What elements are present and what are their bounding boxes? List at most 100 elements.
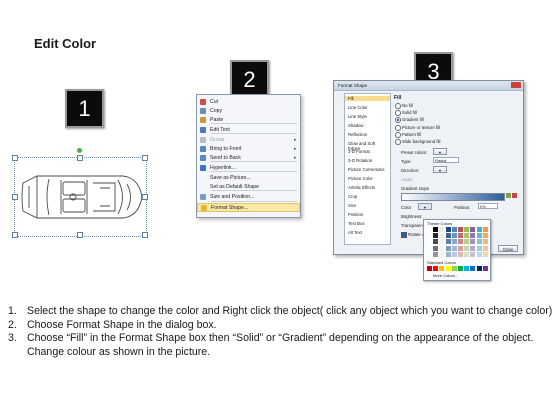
menu-item-format-shape[interactable]: Format Shape... xyxy=(197,203,300,212)
color-swatch[interactable] xyxy=(476,251,482,257)
color-swatch[interactable] xyxy=(439,251,445,257)
color-swatch[interactable] xyxy=(476,233,482,239)
color-swatch[interactable] xyxy=(458,239,463,245)
rotate-handle[interactable] xyxy=(77,148,82,153)
color-swatch[interactable] xyxy=(433,251,439,257)
nav-item-fill[interactable]: Fill xyxy=(345,96,390,101)
rotate-checkbox[interactable] xyxy=(401,232,407,238)
color-swatch[interactable] xyxy=(476,227,482,232)
color-swatch[interactable] xyxy=(451,251,457,257)
selected-car-shape[interactable] xyxy=(12,148,148,238)
direction-dropdown[interactable]: ▾ xyxy=(433,166,447,173)
more-colors-link[interactable]: More Colors... xyxy=(433,273,458,278)
nav-item-3-d-rotation[interactable]: 3-D Rotation xyxy=(348,158,388,163)
preset-colors-dropdown[interactable]: ▾ xyxy=(433,148,447,155)
color-swatch[interactable] xyxy=(445,233,451,239)
resize-handle[interactable] xyxy=(142,194,148,200)
color-swatch[interactable] xyxy=(433,239,439,245)
menu-item-cut[interactable]: Cut xyxy=(197,97,300,106)
color-swatch[interactable] xyxy=(470,227,476,232)
color-swatch[interactable] xyxy=(458,266,463,271)
color-swatch[interactable] xyxy=(458,251,463,257)
nav-item-text-box[interactable]: Text Box xyxy=(348,221,388,226)
resize-handle[interactable] xyxy=(142,232,148,238)
gradient-stops-bar[interactable] xyxy=(401,193,505,201)
resize-handle[interactable] xyxy=(12,232,18,238)
color-swatch[interactable] xyxy=(464,266,470,271)
color-swatch[interactable] xyxy=(427,227,432,232)
position-input[interactable]: 0% xyxy=(478,203,498,209)
color-swatch[interactable] xyxy=(470,245,476,251)
menu-item-save-as-picture[interactable]: Save as Picture... xyxy=(197,173,300,182)
nav-item-position[interactable]: Position xyxy=(348,212,388,217)
color-swatch[interactable] xyxy=(439,239,445,245)
color-swatch[interactable] xyxy=(445,251,451,257)
remove-stop-icon[interactable] xyxy=(512,193,517,198)
color-swatch[interactable] xyxy=(464,233,470,239)
color-swatch[interactable] xyxy=(458,245,463,251)
color-swatch[interactable] xyxy=(439,266,445,271)
close-icon[interactable] xyxy=(511,82,521,88)
nav-item-line-style[interactable]: Line Style xyxy=(348,114,388,119)
fill-radio[interactable] xyxy=(395,117,401,124)
fill-radio[interactable] xyxy=(395,124,401,131)
resize-handle[interactable] xyxy=(77,232,83,238)
type-select[interactable]: Radial xyxy=(433,157,459,163)
color-swatch[interactable] xyxy=(433,227,439,232)
color-swatch[interactable] xyxy=(427,266,432,271)
color-swatch[interactable] xyxy=(427,245,432,251)
color-swatch[interactable] xyxy=(464,227,470,232)
color-swatch[interactable] xyxy=(427,233,432,239)
resize-handle[interactable] xyxy=(12,194,18,200)
color-swatch[interactable] xyxy=(439,227,445,232)
color-swatch[interactable] xyxy=(445,266,451,271)
color-swatch[interactable] xyxy=(433,245,439,251)
color-swatch[interactable] xyxy=(482,251,488,257)
color-swatch[interactable] xyxy=(482,233,488,239)
color-swatch[interactable] xyxy=(451,239,457,245)
color-swatch[interactable] xyxy=(482,227,488,232)
color-swatch[interactable] xyxy=(470,251,476,257)
color-swatch[interactable] xyxy=(464,251,470,257)
color-swatch[interactable] xyxy=(451,245,457,251)
nav-item-alt-text[interactable]: Alt Text xyxy=(348,230,388,235)
nav-item-size[interactable]: Size xyxy=(348,203,388,208)
color-swatch[interactable] xyxy=(458,233,463,239)
nav-item-crop[interactable]: Crop xyxy=(348,194,388,199)
color-swatch[interactable] xyxy=(427,251,432,257)
color-swatch[interactable] xyxy=(439,233,445,239)
close-button[interactable]: Close xyxy=(498,245,518,252)
color-swatch[interactable] xyxy=(476,245,482,251)
color-swatch[interactable] xyxy=(464,239,470,245)
color-swatch[interactable] xyxy=(433,233,439,239)
color-swatch[interactable] xyxy=(476,239,482,245)
color-swatch[interactable] xyxy=(451,266,457,271)
resize-handle[interactable] xyxy=(12,155,18,161)
color-swatch[interactable] xyxy=(445,239,451,245)
color-swatch[interactable] xyxy=(451,233,457,239)
nav-item-3-d-format[interactable]: 3-D Format xyxy=(348,149,388,154)
menu-item-copy[interactable]: Copy xyxy=(197,106,300,115)
fill-radio[interactable] xyxy=(395,103,401,109)
color-swatch[interactable] xyxy=(482,266,488,271)
nav-item-line-color[interactable]: Line Color xyxy=(348,105,388,110)
color-swatch[interactable] xyxy=(433,266,439,271)
color-swatch[interactable] xyxy=(439,245,445,251)
nav-item-shadow[interactable]: Shadow xyxy=(348,123,388,128)
color-swatch[interactable] xyxy=(470,239,476,245)
color-swatch[interactable] xyxy=(470,266,476,271)
nav-item-picture-color[interactable]: Picture Color xyxy=(348,176,388,181)
menu-item-size-and-position[interactable]: Size and Position... xyxy=(197,192,300,201)
fill-radio[interactable] xyxy=(395,110,401,117)
menu-item-group[interactable]: Group ▸ xyxy=(197,135,300,144)
nav-item-picture-corrections[interactable]: Picture Corrections xyxy=(348,167,388,172)
color-swatch[interactable] xyxy=(482,245,488,251)
color-swatch[interactable] xyxy=(427,239,432,245)
color-swatch[interactable] xyxy=(458,227,463,232)
resize-handle[interactable] xyxy=(142,155,148,161)
menu-item-bring-to-front[interactable]: Bring to Front ▸ xyxy=(197,144,300,153)
color-swatch[interactable] xyxy=(464,245,470,251)
add-stop-icon[interactable] xyxy=(506,193,511,198)
color-swatch[interactable] xyxy=(445,245,451,251)
color-picker-button[interactable]: ▾ xyxy=(418,203,432,210)
